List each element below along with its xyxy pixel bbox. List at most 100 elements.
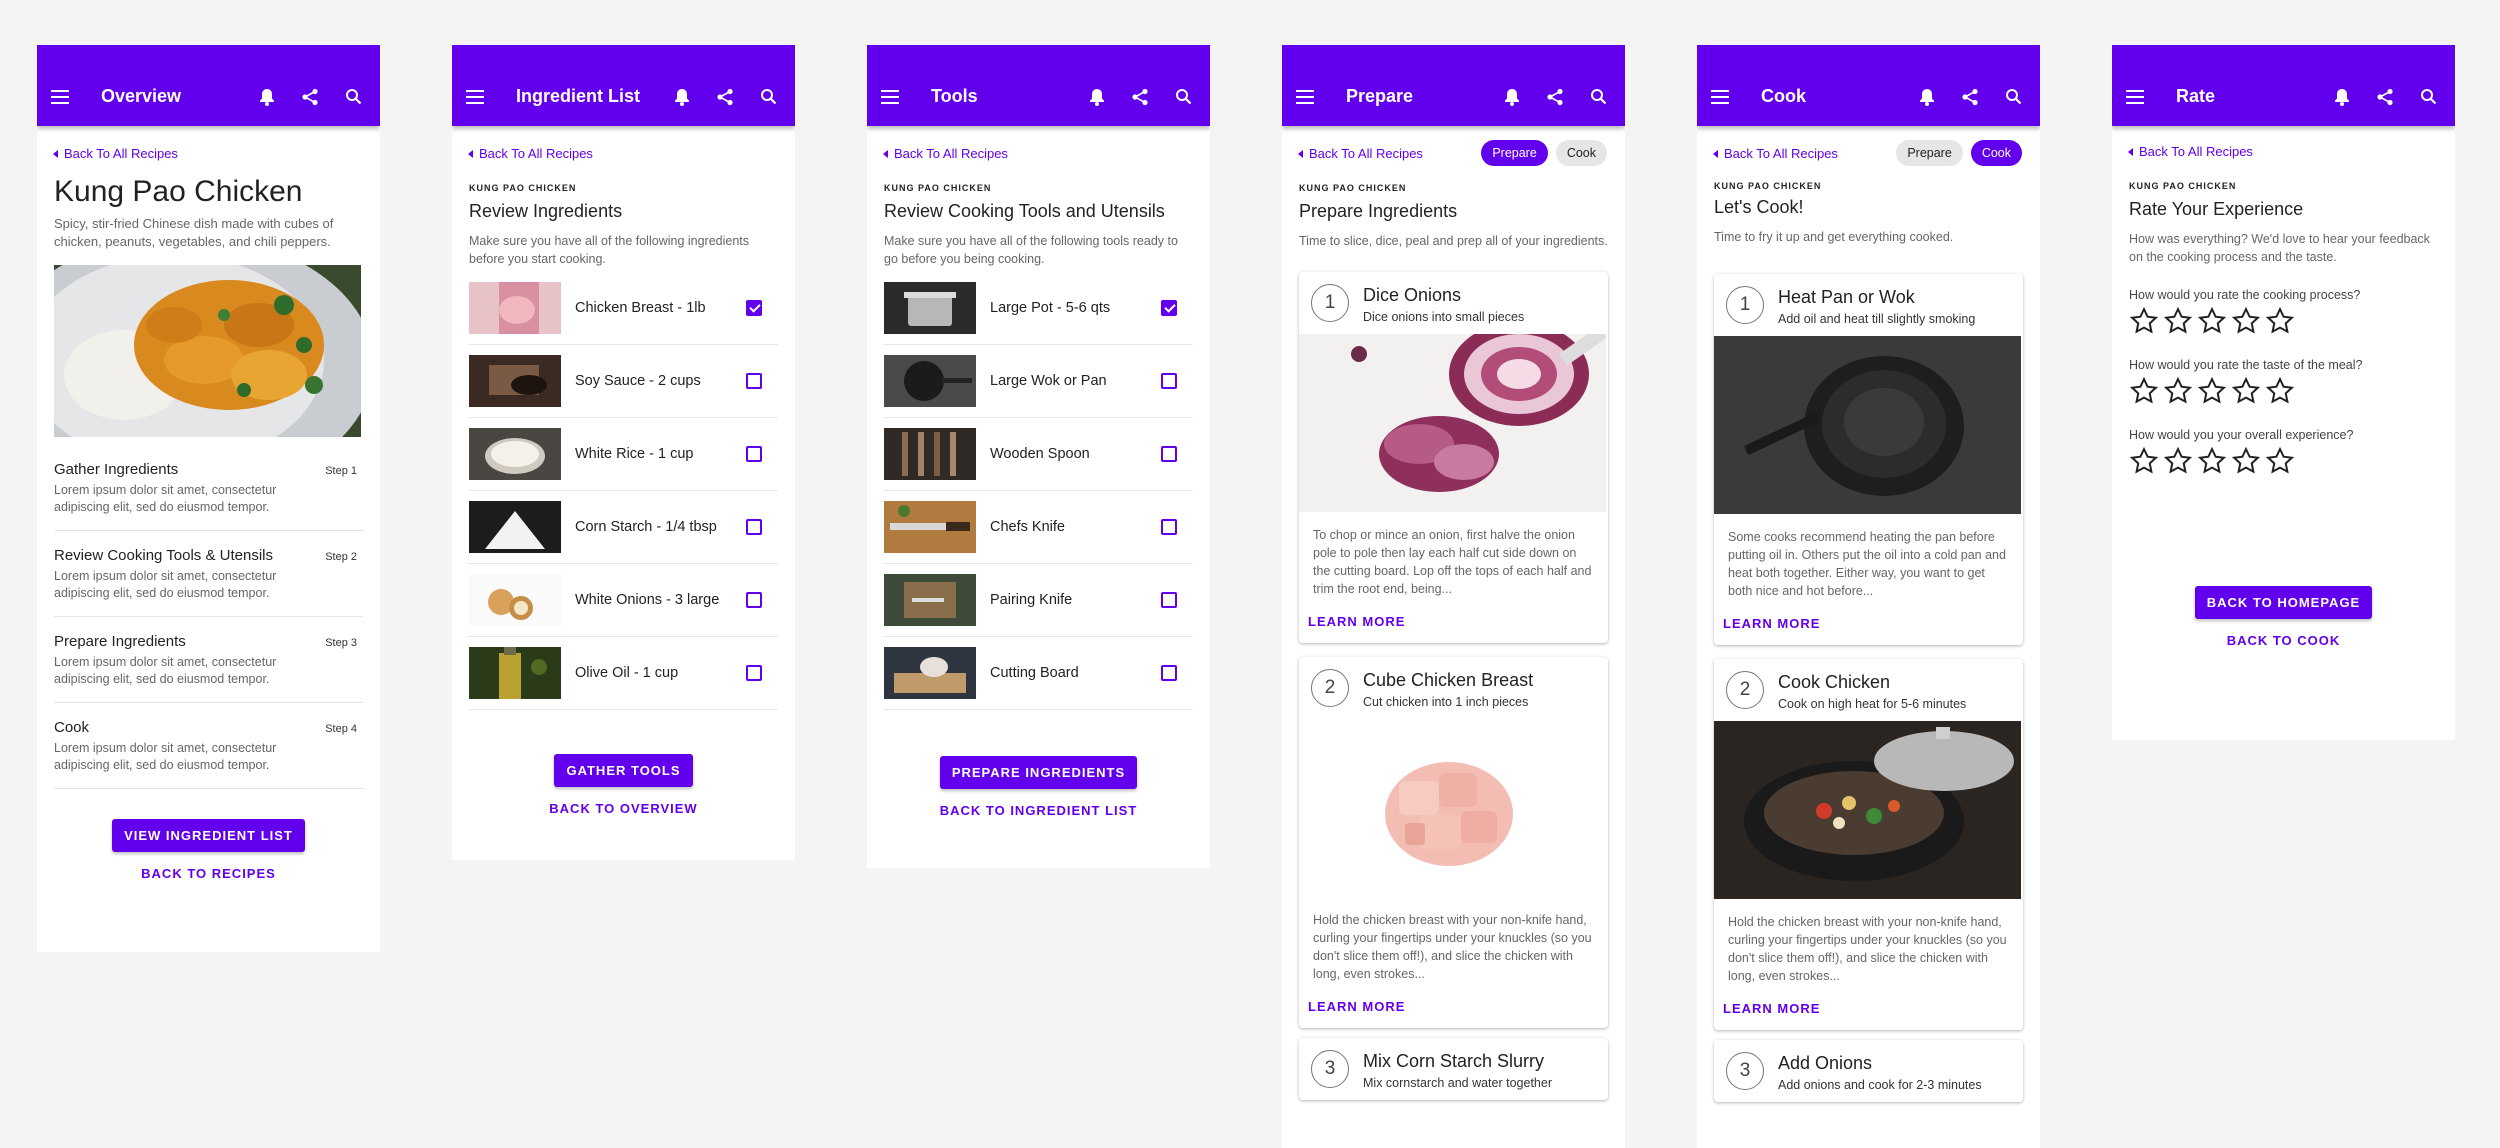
ingredient-item[interactable]: Chicken Breast - 1lb (469, 272, 778, 345)
star-icon[interactable] (2129, 306, 2159, 336)
star-icon[interactable] (2197, 446, 2227, 476)
view-ingredient-list-button[interactable]: VIEW INGREDIENT LIST (112, 819, 305, 852)
card-title: Heat Pan or Wok (1778, 287, 1915, 307)
ingredient-item[interactable]: Olive Oil - 1 cup (469, 637, 778, 710)
ingredient-item[interactable]: Corn Starch - 1/4 tbsp (469, 491, 778, 564)
ingredient-item[interactable]: White Onions - 3 large (469, 564, 778, 637)
ingredient-checkbox[interactable] (746, 300, 762, 316)
chip-cook[interactable]: Cook (1970, 140, 2022, 166)
ingredient-item[interactable]: White Rice - 1 cup (469, 418, 778, 491)
search-icon[interactable] (345, 88, 362, 106)
tool-item[interactable]: Large Wok or Pan (884, 345, 1193, 418)
back-to-ingredient-list-button[interactable]: BACK TO INGREDIENT LIST (884, 803, 1193, 818)
back-to-all-recipes-link[interactable]: Back To All Recipes (883, 146, 1210, 161)
tool-item[interactable]: Pairing Knife (884, 564, 1193, 637)
card-subtitle: Mix cornstarch and water together (1363, 1076, 1552, 1090)
star-icon[interactable] (2129, 446, 2159, 476)
search-icon[interactable] (760, 88, 777, 106)
star-icon[interactable] (2265, 306, 2295, 336)
star-icon[interactable] (2231, 376, 2261, 406)
tool-item[interactable]: Large Pot - 5-6 qts (884, 272, 1193, 345)
chip-prepare[interactable]: Prepare (1896, 140, 1963, 166)
share-icon[interactable] (1961, 88, 1979, 106)
menu-icon[interactable] (1296, 89, 1316, 104)
chip-prepare[interactable]: Prepare (1481, 140, 1548, 166)
tool-item[interactable]: Cutting Board (884, 637, 1193, 710)
learn-more-button[interactable]: LEARN MORE (1299, 983, 1608, 1028)
share-icon[interactable] (301, 88, 319, 106)
gather-tools-button[interactable]: GATHER TOOLS (554, 754, 693, 787)
card-subtitle: Dice onions into small pieces (1363, 310, 1525, 324)
step-item[interactable]: Prepare Ingredients Lorem ipsum dolor sit… (54, 617, 363, 703)
menu-icon[interactable] (51, 89, 71, 104)
cook-screen: Cook Back To All Recipes Prepare Cook KU… (1697, 45, 2040, 1148)
tool-checkbox[interactable] (1161, 519, 1177, 535)
star-icon[interactable] (2197, 306, 2227, 336)
tool-checkbox[interactable] (1161, 592, 1177, 608)
olive-oil-thumbnail (469, 647, 561, 699)
caret-left-icon (883, 149, 888, 158)
search-icon[interactable] (2420, 88, 2437, 106)
tool-checkbox[interactable] (1161, 446, 1177, 462)
star-icon[interactable] (2231, 446, 2261, 476)
star-icon[interactable] (2197, 376, 2227, 406)
star-rating[interactable] (2129, 376, 2438, 406)
share-icon[interactable] (1131, 88, 1149, 106)
menu-icon[interactable] (2126, 89, 2146, 104)
ingredient-checkbox[interactable] (746, 373, 762, 389)
ingredient-item[interactable]: Soy Sauce - 2 cups (469, 345, 778, 418)
star-icon[interactable] (2265, 446, 2295, 476)
bell-icon[interactable] (2334, 88, 2350, 106)
step-item[interactable]: Cook Lorem ipsum dolor sit amet, consecte… (54, 703, 363, 789)
ingredient-checkbox[interactable] (746, 519, 762, 535)
ingredient-checkbox[interactable] (746, 665, 762, 681)
star-rating[interactable] (2129, 446, 2438, 476)
search-icon[interactable] (2005, 88, 2022, 106)
step-item[interactable]: Gather Ingredients Lorem ipsum dolor sit … (54, 445, 363, 531)
back-to-all-recipes-link[interactable]: Back To All Recipes (53, 146, 380, 161)
page-heading: Prepare Ingredients (1299, 201, 1458, 221)
bell-icon[interactable] (1504, 88, 1520, 106)
star-icon[interactable] (2129, 376, 2159, 406)
learn-more-button[interactable]: LEARN MORE (1299, 598, 1608, 643)
step-description: Lorem ipsum dolor sit amet, consectetur … (54, 741, 277, 772)
tool-checkbox[interactable] (1161, 665, 1177, 681)
star-rating[interactable] (2129, 306, 2438, 336)
bell-icon[interactable] (259, 88, 275, 106)
menu-icon[interactable] (466, 89, 486, 104)
back-to-homepage-button[interactable]: BACK TO HOMEPAGE (2194, 586, 2373, 619)
caret-left-icon (468, 149, 473, 158)
step-item[interactable]: Review Cooking Tools & Utensils Lorem ips… (54, 531, 363, 617)
tool-item[interactable]: Wooden Spoon (884, 418, 1193, 491)
back-to-all-recipes-link[interactable]: Back To All Recipes (2128, 144, 2455, 159)
back-to-recipes-button[interactable]: BACK TO RECIPES (54, 866, 363, 881)
wok-cooking-image (1714, 721, 2023, 899)
search-icon[interactable] (1590, 88, 1607, 106)
learn-more-button[interactable]: LEARN MORE (1714, 600, 2023, 645)
ingredient-checkbox[interactable] (746, 446, 762, 462)
tool-checkbox[interactable] (1161, 300, 1177, 316)
share-icon[interactable] (1546, 88, 1564, 106)
menu-icon[interactable] (881, 89, 901, 104)
ingredient-checkbox[interactable] (746, 592, 762, 608)
star-icon[interactable] (2163, 376, 2193, 406)
bell-icon[interactable] (1919, 88, 1935, 106)
back-to-all-recipes-link[interactable]: Back To All Recipes (468, 146, 795, 161)
share-icon[interactable] (716, 88, 734, 106)
prepare-ingredients-button[interactable]: PREPARE INGREDIENTS (939, 756, 1138, 789)
star-icon[interactable] (2163, 306, 2193, 336)
star-icon[interactable] (2163, 446, 2193, 476)
share-icon[interactable] (2376, 88, 2394, 106)
search-icon[interactable] (1175, 88, 1192, 106)
tool-item[interactable]: Chefs Knife (884, 491, 1193, 564)
chip-cook[interactable]: Cook (1555, 140, 1607, 166)
bell-icon[interactable] (674, 88, 690, 106)
tool-checkbox[interactable] (1161, 373, 1177, 389)
star-icon[interactable] (2265, 376, 2295, 406)
back-to-cook-button[interactable]: BACK TO COOK (2129, 633, 2438, 648)
star-icon[interactable] (2231, 306, 2261, 336)
learn-more-button[interactable]: LEARN MORE (1714, 985, 2023, 1030)
menu-icon[interactable] (1711, 89, 1731, 104)
bell-icon[interactable] (1089, 88, 1105, 106)
back-to-overview-button[interactable]: BACK TO OVERVIEW (469, 801, 778, 816)
